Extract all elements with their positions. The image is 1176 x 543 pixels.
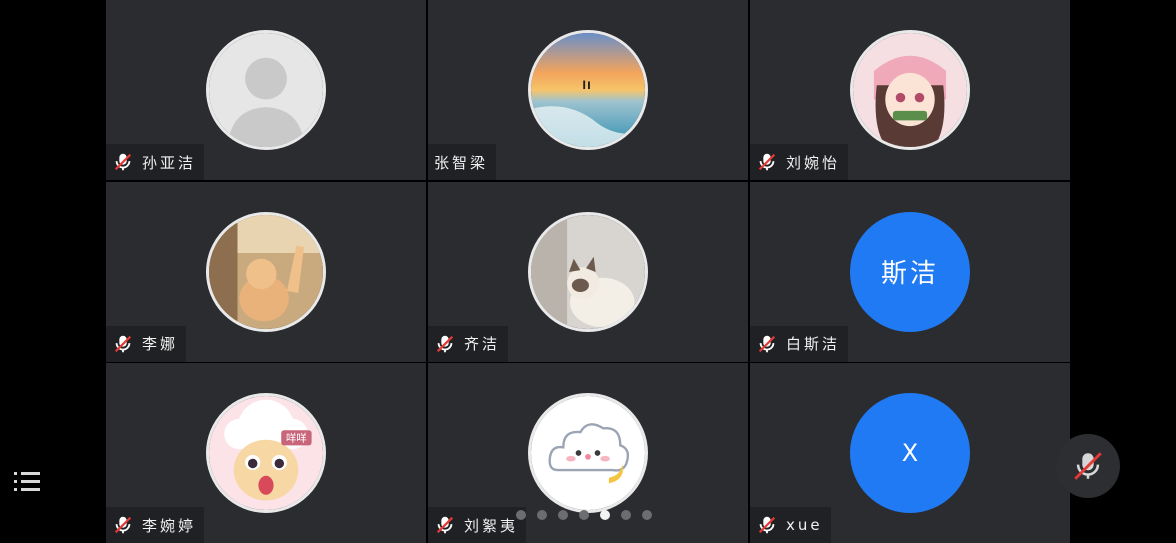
- participant-nameplate: xue: [750, 507, 831, 543]
- participant-tile[interactable]: 斯洁 白斯洁: [750, 181, 1070, 362]
- text-avatar: 斯洁: [850, 211, 970, 332]
- mic-muted-icon: [114, 335, 132, 352]
- participant-nameplate: 李婉婷: [106, 507, 205, 543]
- video-grid: 孙亚洁 张智梁 刘婉怡 李娜 齐洁 斯洁 白斯洁 咩咩 李婉婷 刘絮夷 X xu…: [106, 0, 1070, 543]
- ragdoll-cat-avatar: [528, 211, 648, 332]
- participant-nameplate: 李娜: [106, 325, 187, 362]
- participant-tile[interactable]: 李娜: [106, 181, 426, 362]
- mic-muted-icon: [436, 516, 454, 534]
- mic-muted-icon: [1074, 452, 1102, 480]
- participant-nameplate: 刘絮夷: [428, 507, 527, 543]
- mic-muted-icon: [436, 335, 454, 352]
- cartoon-sheep-avatar: 咩咩: [206, 393, 326, 513]
- participant-name: 李婉婷: [142, 516, 197, 535]
- participant-tile[interactable]: X xue: [750, 363, 1070, 543]
- participant-nameplate: 孙亚洁: [106, 144, 205, 180]
- mic-toggle-button[interactable]: [1056, 434, 1120, 498]
- participant-nameplate: 白斯洁: [750, 325, 849, 362]
- sheep-badge-text: 咩咩: [286, 432, 307, 445]
- participant-tile[interactable]: 孙亚洁: [106, 0, 426, 180]
- participant-nameplate: 齐洁: [428, 325, 509, 362]
- participant-name: 刘婉怡: [786, 153, 841, 172]
- participant-name: 刘絮夷: [464, 516, 519, 535]
- participant-tile[interactable]: 张智梁: [428, 0, 748, 180]
- sunset-beach-avatar: [528, 30, 648, 150]
- participant-nameplate: 张智梁: [428, 144, 497, 180]
- participant-name: 孙亚洁: [142, 153, 197, 172]
- participant-tile[interactable]: 刘婉怡: [750, 0, 1070, 180]
- mic-muted-icon: [758, 153, 776, 171]
- page-dot-active[interactable]: [600, 510, 610, 520]
- list-menu-icon[interactable]: [14, 470, 40, 492]
- mic-muted-icon: [114, 153, 132, 171]
- participant-name: 白斯洁: [786, 335, 841, 353]
- participant-name: 李娜: [142, 335, 179, 353]
- text-avatar: X: [850, 393, 970, 513]
- mic-muted-icon: [758, 335, 776, 352]
- participant-name: 张智梁: [434, 153, 489, 172]
- cat-avatar: [206, 211, 326, 332]
- page-dot[interactable]: [642, 510, 652, 520]
- page-dot[interactable]: [558, 510, 568, 520]
- mic-muted-icon: [114, 516, 132, 534]
- default-avatar: [206, 30, 326, 150]
- page-dot[interactable]: [579, 510, 589, 520]
- participant-nameplate: 刘婉怡: [750, 144, 849, 180]
- mic-muted-icon: [758, 516, 776, 534]
- anime-girl-avatar: [850, 30, 970, 150]
- participant-tile[interactable]: 咩咩 李婉婷: [106, 363, 426, 543]
- page-dot[interactable]: [516, 510, 526, 520]
- page-dot[interactable]: [621, 510, 631, 520]
- participant-name: xue: [786, 516, 823, 534]
- participant-tile[interactable]: 齐洁: [428, 181, 748, 362]
- cloud-sticker-avatar: [528, 393, 648, 513]
- page-indicator: [516, 510, 652, 520]
- participant-name: 齐洁: [464, 335, 501, 353]
- page-dot[interactable]: [537, 510, 547, 520]
